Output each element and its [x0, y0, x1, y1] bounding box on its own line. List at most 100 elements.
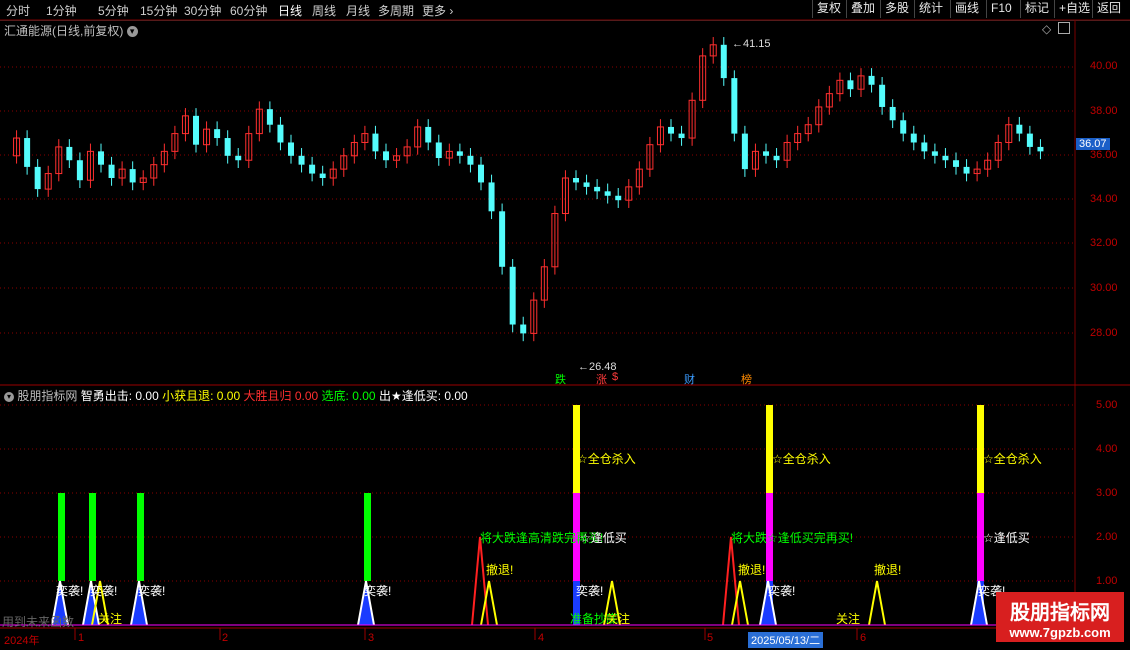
- candle-body: [66, 146, 73, 161]
- signal-bar: [573, 405, 580, 493]
- signal-bar: [58, 493, 65, 581]
- candle-body: [298, 155, 305, 165]
- candle-body: [741, 133, 748, 170]
- all-in-label: ☆全仓杀入: [577, 452, 636, 466]
- y-tick: 5.00: [1096, 399, 1118, 411]
- timeline-label: 2: [222, 632, 229, 644]
- candle-body: [425, 126, 432, 143]
- signal-triangle: [731, 580, 749, 626]
- signal-bar: [364, 493, 371, 581]
- indicator-value: 0.00: [294, 389, 319, 403]
- y-tick: 2.00: [1096, 531, 1118, 543]
- candle-body: [910, 133, 917, 143]
- timeline-label: 5: [707, 632, 714, 644]
- big-drop-label: 将大跌☆逢低买完再买!: [731, 531, 854, 545]
- candle-body: [372, 133, 379, 152]
- timeline-label: 4: [538, 632, 545, 644]
- candle-body: [868, 75, 875, 85]
- candle-body: [942, 155, 949, 161]
- marker-ranking[interactable]: 榜: [741, 371, 752, 387]
- y-tick: 4.00: [1096, 443, 1118, 455]
- watermark-title: 股朋指标网: [1010, 602, 1110, 624]
- candle-body: [668, 126, 674, 134]
- y-tick: 28.00: [1090, 327, 1118, 339]
- y-tick: 40.00: [1090, 60, 1118, 72]
- surprise-label: 奕袭!: [364, 584, 392, 598]
- candle-body: [76, 160, 83, 181]
- surprise-label: 奕袭!: [138, 584, 166, 598]
- candle-body: [129, 169, 136, 183]
- candle-body: [277, 124, 284, 143]
- marker-finance[interactable]: 财: [684, 371, 695, 387]
- watch-label: 关注: [836, 612, 861, 626]
- buy-low-label: ☆逢低买: [983, 531, 1030, 545]
- indicator-value: 0.00: [135, 389, 159, 403]
- candle-body: [604, 191, 611, 196]
- candle-body: [235, 155, 242, 161]
- candle-body: [773, 155, 780, 161]
- buy-low-label: ☆逢低买: [580, 531, 627, 545]
- candle-body: [963, 166, 970, 174]
- y-tick: 1.00: [1096, 575, 1118, 587]
- candle-body: [1016, 124, 1023, 134]
- signal-bar: [977, 405, 984, 493]
- indicator-label: 大胜且归: [243, 389, 292, 403]
- surprise-label: 奕袭!: [768, 584, 796, 598]
- candle-body: [900, 120, 907, 134]
- y-tick: 3.00: [1096, 487, 1118, 499]
- indicator-label: 小获且退:: [162, 389, 214, 403]
- watermark-logo: 股朋指标网 www.7gpzb.com: [996, 592, 1124, 642]
- indicator-value: 0.00: [352, 389, 376, 403]
- current-price-tag: 36.07: [1076, 138, 1110, 150]
- candle-body: [467, 155, 474, 165]
- surprise-label: 奕袭!: [56, 584, 84, 598]
- candle-body: [224, 138, 231, 156]
- marker-dividend[interactable]: $: [612, 371, 618, 383]
- retreat-label: 撤退!: [874, 563, 902, 577]
- surprise-label: 奕袭!: [576, 584, 604, 598]
- candle-body: [931, 151, 938, 156]
- candle-body: [383, 151, 389, 161]
- indicator-label: 出★逢低买:: [378, 389, 442, 403]
- candle-body: [309, 164, 316, 174]
- candle-body: [214, 129, 221, 139]
- candle-body: [731, 78, 738, 134]
- y-tick: 36.00: [1090, 149, 1118, 161]
- chevron-down-circle-icon[interactable]: ▾: [4, 391, 14, 402]
- candle-body: [889, 106, 896, 121]
- retreat-label: 撤退!: [486, 563, 514, 577]
- candle-body: [678, 133, 685, 139]
- candle-body: [1037, 146, 1044, 152]
- signal-triangle: [480, 580, 498, 626]
- watermark-url: www.7gpzb.com: [1009, 625, 1111, 640]
- signal-bar: [137, 493, 144, 581]
- marker-rise[interactable]: 涨: [596, 371, 607, 387]
- watch-label: 关注: [606, 612, 631, 626]
- candle-body: [288, 142, 294, 156]
- candle-body: [921, 142, 928, 152]
- candle-body: [456, 151, 463, 156]
- timeline-label: 3: [368, 632, 375, 644]
- candlestick-chart: [0, 19, 1130, 640]
- future-function-note: 用到未来函数: [2, 615, 75, 629]
- indicator-label: 智勇出击:: [80, 389, 133, 403]
- marker-drop[interactable]: 跌: [555, 371, 566, 387]
- all-in-label: ☆全仓杀入: [983, 452, 1042, 466]
- timeline-label: 6: [860, 632, 867, 644]
- signal-bar: [89, 493, 96, 581]
- high-price-label: ←41.15: [732, 38, 771, 50]
- candle-body: [34, 166, 41, 190]
- cursor-date-badge: 2025/05/13/二: [748, 632, 824, 648]
- candle-body: [108, 164, 115, 178]
- retreat-label: 撤退!: [738, 563, 766, 577]
- y-tick: 34.00: [1090, 193, 1118, 205]
- timeline-label: 1: [78, 632, 85, 644]
- candle-body: [720, 44, 727, 79]
- all-in-label: ☆全仓杀入: [772, 452, 831, 466]
- candle-body: [879, 84, 886, 107]
- y-tick: 30.00: [1090, 282, 1118, 294]
- candle-body: [499, 211, 506, 267]
- high-price-value: 41.15: [743, 38, 771, 50]
- y-tick: 32.00: [1090, 237, 1118, 249]
- timeline-label: 2024年: [4, 635, 40, 647]
